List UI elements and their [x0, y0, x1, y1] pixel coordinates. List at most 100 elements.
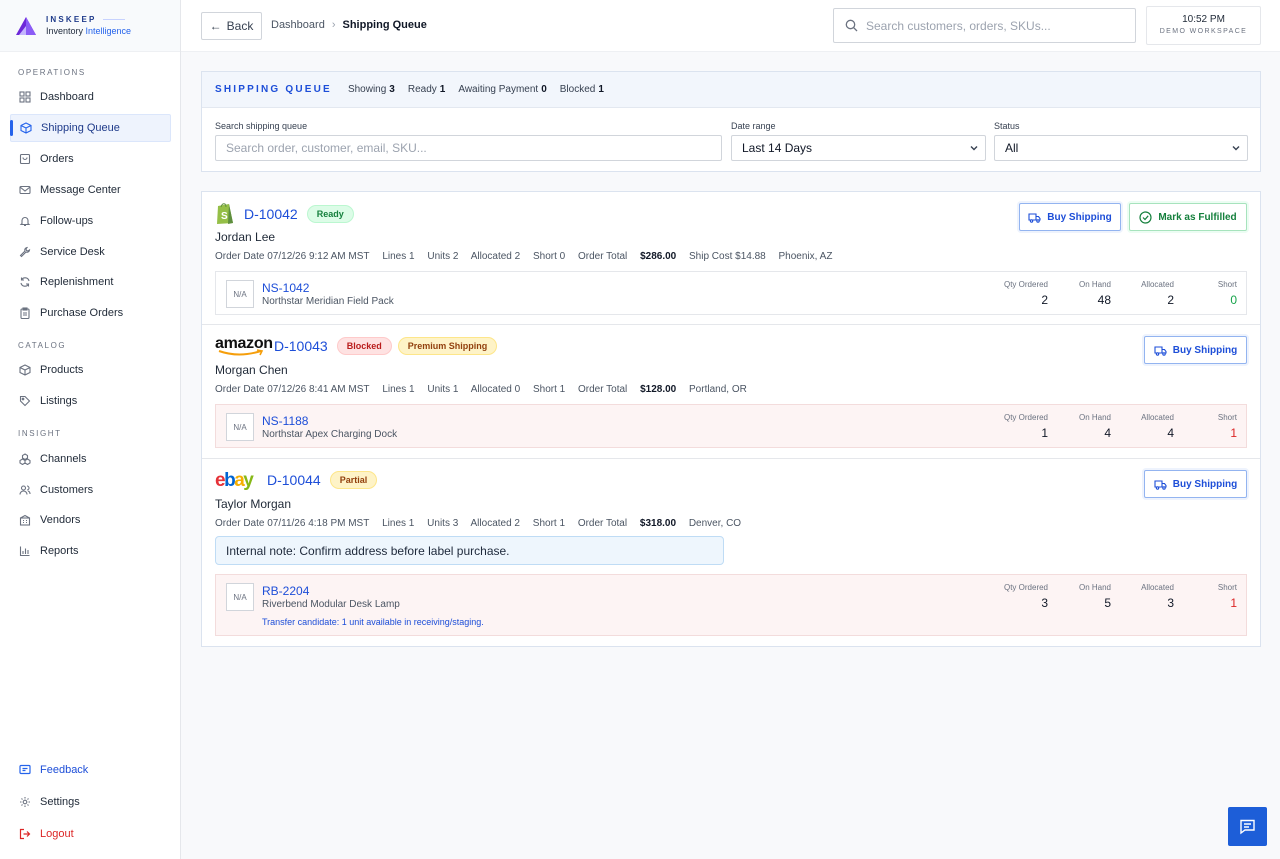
metric-allocated: Allocated 4 [1141, 413, 1174, 440]
transfer-candidate-note: Transfer candidate: 1 unit available in … [262, 617, 484, 627]
top-header: ← Back Dashboard › Shipping Queue 10:52 … [181, 0, 1280, 52]
sidebar-item-products[interactable]: Products [10, 356, 171, 384]
sidebar-item-label: Channels [40, 453, 87, 465]
sidebar-item-message-center[interactable]: Message Center [10, 176, 171, 204]
queue-search-field[interactable] [215, 135, 722, 161]
arrow-left-icon: ← [209, 19, 222, 33]
sidebar-item-customers[interactable]: Customers [10, 476, 171, 504]
sku-link[interactable]: NS-1042 [262, 281, 309, 295]
order-card: ebay D-10044 Partial Taylor Morgan Order… [202, 459, 1260, 646]
product-name: Northstar Meridian Field Pack [262, 296, 394, 307]
brand[interactable]: INSKEEP Inventory Intelligence [0, 0, 180, 52]
brand-logo-icon [16, 16, 36, 35]
ship-location: Phoenix, AZ [778, 251, 833, 262]
chat-button[interactable] [1228, 807, 1267, 846]
feedback-icon [18, 763, 32, 777]
amazon-logo-icon: amazon [215, 335, 273, 357]
cube-icon [18, 363, 32, 377]
line-item: N/A RB-2204 Riverbend Modular Desk Lamp … [215, 574, 1247, 636]
sidebar-item-reports[interactable]: Reports [10, 537, 171, 565]
users-icon [18, 483, 32, 497]
metric-qty-ordered: Qty Ordered 2 [1003, 280, 1048, 307]
refresh-icon [18, 275, 32, 289]
sidebar-item-label: Service Desk [40, 246, 105, 258]
sidebar-item-listings[interactable]: Listings [10, 387, 171, 415]
premium-shipping-badge: Premium Shipping [397, 337, 498, 355]
order-date: Order Date 07/12/26 9:12 AM MST [215, 251, 370, 262]
queue-search-label: Search shipping queue [215, 121, 308, 131]
brand-subtitle: Inventory Intelligence [46, 26, 132, 36]
sidebar-item-purchase-orders[interactable]: Purchase Orders [10, 299, 171, 327]
product-thumbnail: N/A [226, 280, 254, 308]
status-value: All [1005, 141, 1019, 155]
order-short: Short 1 [532, 518, 566, 529]
gear-icon [18, 795, 32, 809]
shopify-logo-icon: S [217, 203, 233, 224]
sidebar-item-vendors[interactable]: Vendors [10, 506, 171, 534]
sku-link[interactable]: RB-2204 [262, 584, 309, 598]
customer-name: Morgan Chen [215, 363, 288, 377]
queue-search-input[interactable] [226, 141, 721, 155]
order-title-row: S D-10042 Ready [215, 202, 354, 225]
sidebar-item-orders[interactable]: Orders [10, 145, 171, 173]
sidebar-item-logout[interactable]: Logout [10, 820, 171, 848]
tag-icon [18, 394, 32, 408]
mark-fulfilled-button[interactable]: Mark as Fulfilled [1129, 203, 1247, 231]
order-lines: Lines 1 [382, 518, 415, 529]
status-label: Status [994, 121, 1020, 131]
customer-name: Jordan Lee [215, 230, 276, 244]
global-search[interactable] [833, 8, 1136, 43]
order-units: Units 1 [427, 384, 459, 395]
order-id-link[interactable]: D-10043 [274, 338, 328, 354]
product-thumbnail: N/A [226, 583, 254, 611]
ship-cost: Ship Cost $14.88 [689, 251, 766, 262]
sku-link[interactable]: NS-1188 [262, 414, 308, 428]
mail-icon [18, 183, 32, 197]
svg-text:ebay: ebay [215, 470, 254, 491]
search-icon [845, 19, 858, 32]
sidebar-item-settings[interactable]: Settings [10, 788, 171, 816]
sidebar-item-channels[interactable]: Channels [10, 445, 171, 473]
order-id-link[interactable]: D-10044 [267, 472, 321, 488]
sidebar-item-label: Products [40, 364, 84, 376]
sidebar-item-dashboard[interactable]: Dashboard [10, 83, 171, 111]
order-date: Order Date 07/12/26 8:41 AM MST [215, 384, 370, 395]
breadcrumb-dashboard[interactable]: Dashboard [271, 19, 325, 31]
brand-name: INSKEEP [46, 15, 131, 24]
workspace-name: DEMO WORKSPACE [1159, 28, 1248, 35]
date-range-select[interactable]: Last 14 Days [731, 135, 986, 161]
check-circle-icon [1139, 210, 1152, 224]
order-total: Order Total $128.00 [578, 384, 677, 395]
order-date: Order Date 07/11/26 4:18 PM MST [215, 518, 370, 529]
buy-shipping-button[interactable]: Buy Shipping [1019, 203, 1121, 231]
metric-allocated: Allocated 2 [1141, 280, 1174, 307]
chevron-down-icon [1232, 146, 1240, 151]
ship-location: Portland, OR [689, 384, 747, 395]
workspace-clock: 10:52 PM DEMO WORKSPACE [1146, 6, 1261, 45]
truck-icon [1154, 345, 1167, 356]
sidebar-item-label: Listings [40, 395, 78, 407]
metric-short: Short 1 [1217, 583, 1237, 610]
sidebar-item-service-desk[interactable]: Service Desk [10, 238, 171, 266]
buy-shipping-button[interactable]: Buy Shipping [1144, 336, 1247, 364]
order-total: Order Total $318.00 [577, 518, 677, 529]
logout-icon [18, 827, 32, 841]
queue-filters: Search shipping queue Date range Last 14… [202, 108, 1260, 172]
sidebar-item-label: Shipping Queue [41, 122, 120, 134]
sidebar-item-feedback[interactable]: Feedback [10, 756, 171, 784]
queue-summary-bar: SHIPPING QUEUE Showing 3 Ready 1 Awaiting … [202, 72, 1260, 108]
nav-section-catalog: CATALOG [18, 341, 67, 350]
queue-title: SHIPPING QUEUE [215, 84, 332, 95]
status-select[interactable]: All [994, 135, 1248, 161]
sidebar-item-replenishment[interactable]: Replenishment [10, 268, 171, 296]
order-id-link[interactable]: D-10042 [244, 206, 298, 222]
date-range-value: Last 14 Days [742, 141, 813, 155]
buy-shipping-button[interactable]: Buy Shipping [1144, 470, 1247, 498]
sidebar-item-shipping-queue[interactable]: Shipping Queue [10, 114, 171, 142]
global-search-input[interactable] [866, 18, 1126, 33]
box-icon [19, 121, 33, 135]
metric-qty-ordered: Qty Ordered 1 [1003, 413, 1048, 440]
status-badge: Ready [306, 204, 354, 223]
sidebar-item-follow-ups[interactable]: Follow-ups [10, 207, 171, 235]
back-button[interactable]: ← Back [201, 12, 262, 40]
